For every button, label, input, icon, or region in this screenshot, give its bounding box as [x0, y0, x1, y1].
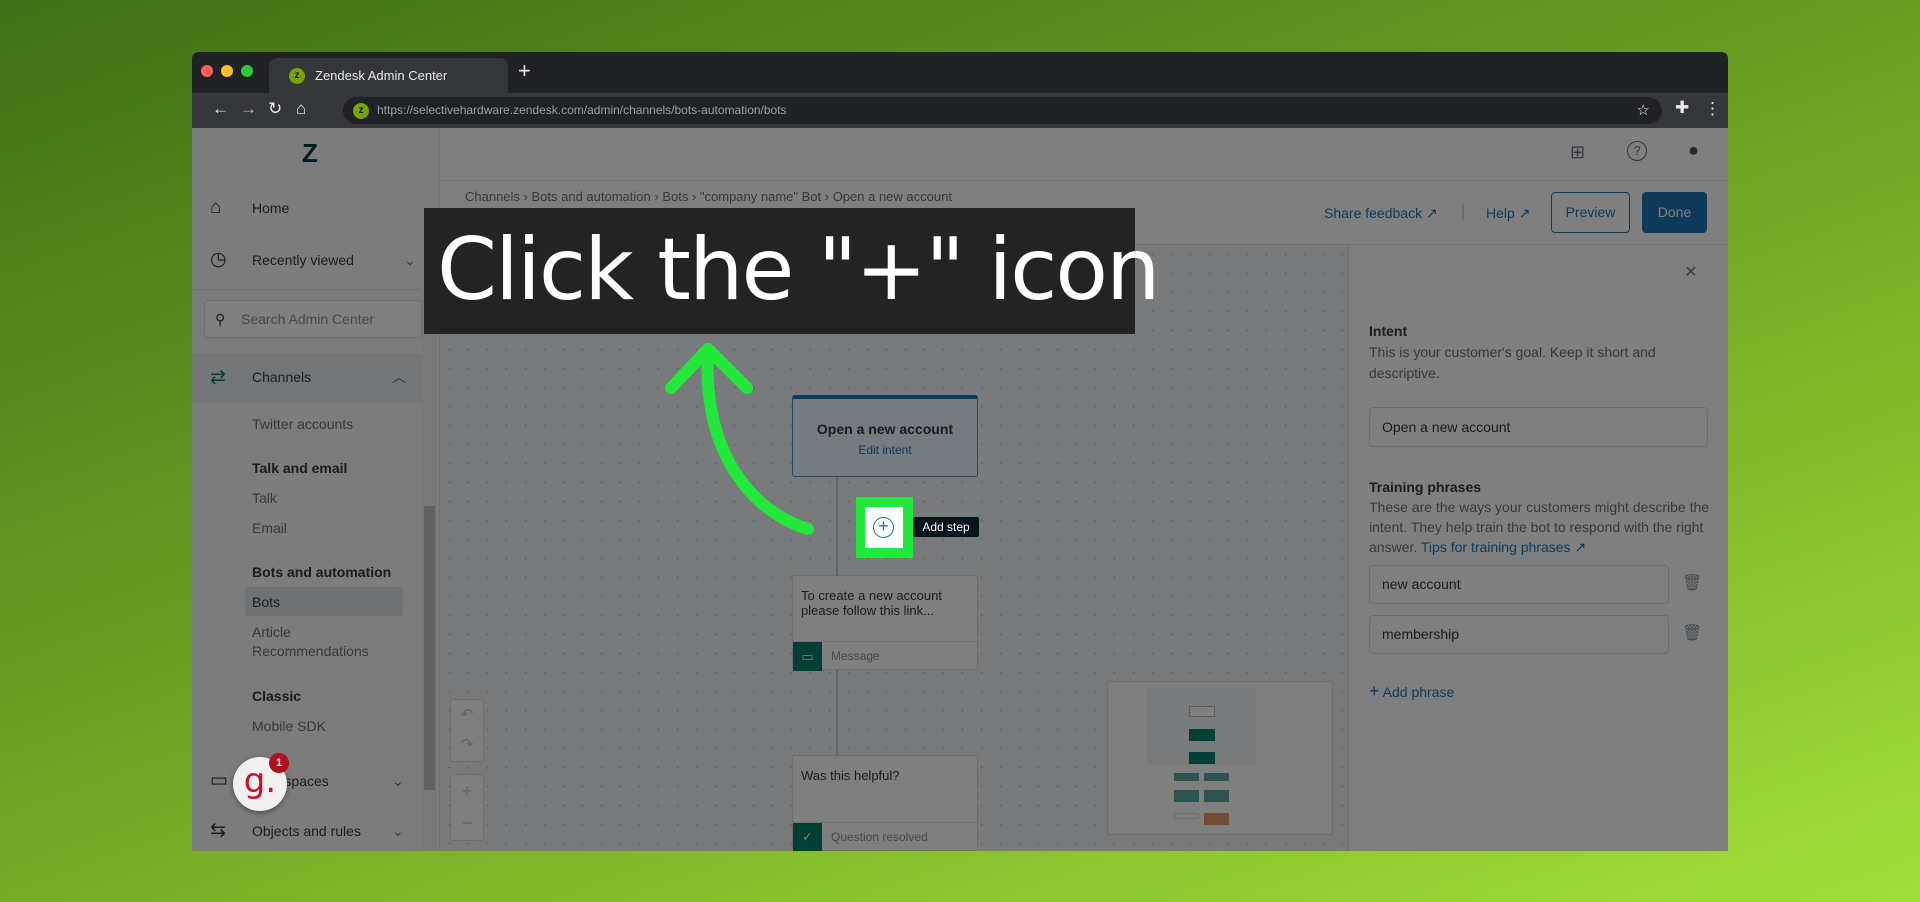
instruction-caption: Click the "+" icon	[424, 208, 1161, 334]
notification-badge: 1	[269, 753, 289, 773]
browser-window: z Zendesk Admin Center + ← → ↻ ⌂ z https…	[192, 52, 1728, 851]
address-toolbar: ← → ↻ ⌂ z https://selectivehardware.zend…	[192, 93, 1728, 128]
add-step-button[interactable]: +	[865, 507, 903, 548]
bookmark-star-icon[interactable]: ☆	[1637, 97, 1650, 124]
add-step-tooltip: Add step	[913, 517, 979, 537]
site-favicon-icon: z	[353, 103, 369, 119]
browser-menu-icon[interactable]: ⋮	[1704, 99, 1721, 119]
close-window-button[interactable]	[201, 65, 213, 77]
plus-circle-icon: +	[873, 517, 894, 538]
forward-icon[interactable]: →	[240, 99, 257, 119]
tab-bar: z Zendesk Admin Center +	[192, 52, 1728, 93]
maximize-window-button[interactable]	[241, 65, 253, 77]
home-icon[interactable]: ⌂	[296, 99, 306, 119]
new-tab-button[interactable]: +	[518, 58, 531, 84]
url-text: https://selectivehardware.zendesk.com/ad…	[377, 103, 787, 117]
reload-icon[interactable]: ↻	[268, 99, 282, 119]
url-bar[interactable]: z https://selectivehardware.zendesk.com/…	[343, 97, 1662, 124]
minimize-window-button[interactable]	[221, 65, 233, 77]
browser-tab[interactable]: z Zendesk Admin Center	[269, 58, 508, 93]
extensions-icon[interactable]: ✚	[1675, 98, 1689, 118]
tab-title: Zendesk Admin Center	[315, 68, 448, 83]
back-icon[interactable]: ←	[212, 99, 229, 119]
highlight-box: +	[856, 497, 913, 558]
zendesk-favicon-icon: z	[289, 68, 305, 84]
